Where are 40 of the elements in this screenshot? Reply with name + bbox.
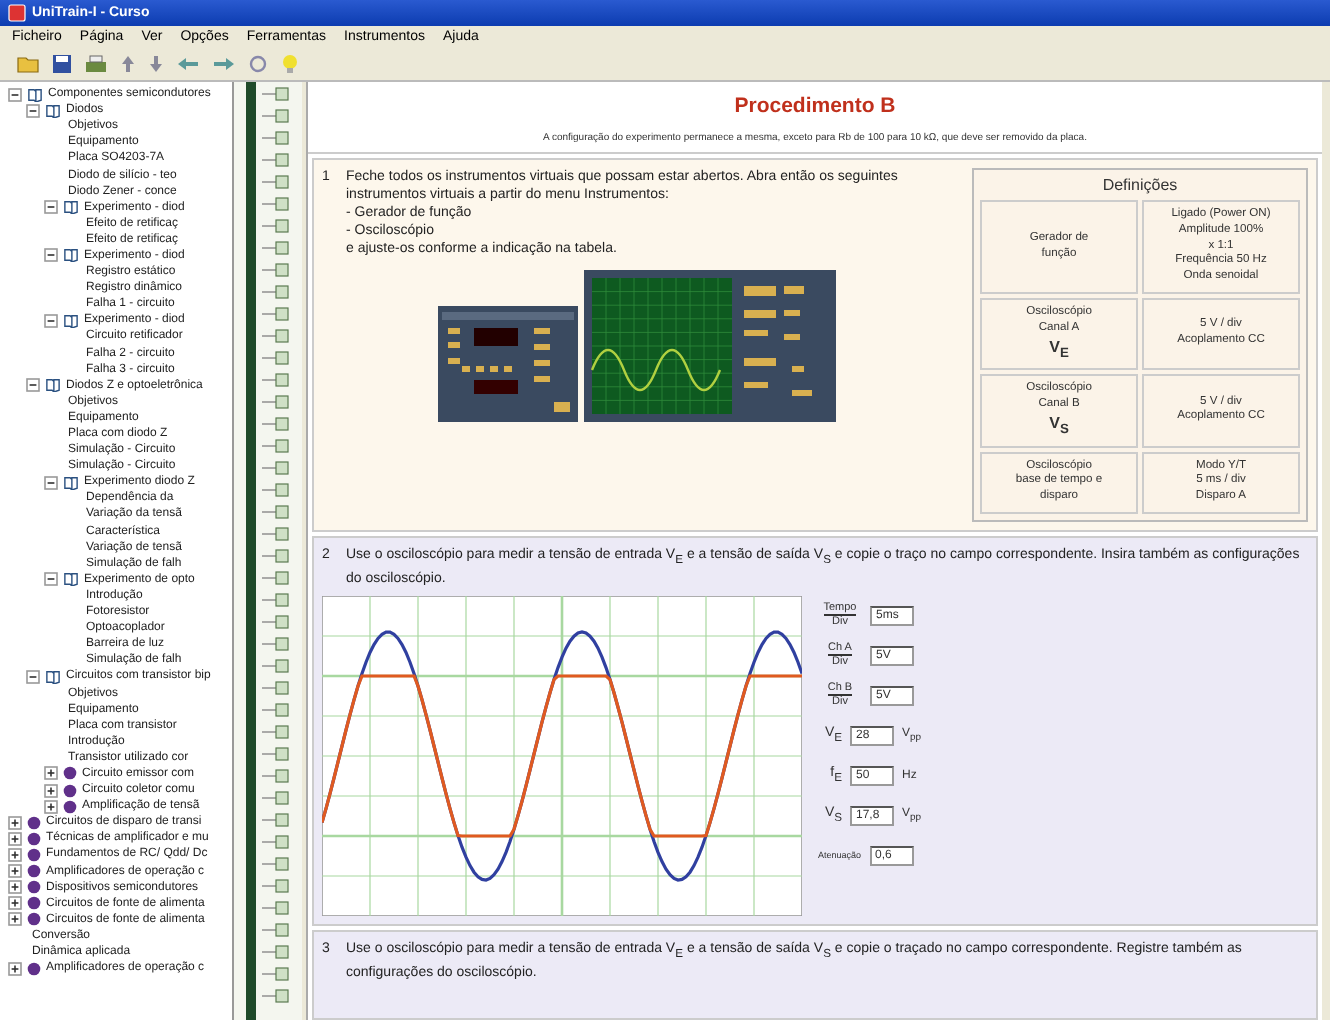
expand-toggle[interactable] (44, 200, 58, 215)
forward-arrow-icon[interactable] (212, 54, 236, 74)
app-icon (8, 4, 26, 22)
expand-toggle[interactable] (44, 799, 58, 814)
expand-toggle[interactable] (26, 103, 40, 118)
book-icon (62, 572, 80, 587)
procedure-title: Procedimento B (732, 94, 898, 118)
instrument-icon[interactable] (248, 54, 268, 74)
book-icon (62, 248, 80, 263)
expand-toggle[interactable] (44, 475, 58, 490)
expand-toggle[interactable] (44, 766, 58, 781)
module-icon (26, 961, 42, 976)
book-icon (62, 200, 80, 215)
save-icon[interactable] (52, 54, 72, 74)
book-icon (44, 669, 62, 684)
expand-toggle[interactable] (8, 815, 22, 830)
expand-toggle[interactable] (8, 831, 22, 846)
expand-toggle[interactable] (44, 783, 58, 798)
print-icon[interactable] (84, 54, 108, 74)
expand-toggle[interactable] (8, 880, 22, 895)
down-arrow-icon[interactable] (148, 54, 164, 74)
up-arrow-icon[interactable] (120, 54, 136, 74)
expand-toggle[interactable] (8, 87, 22, 102)
expand-toggle[interactable] (26, 378, 40, 393)
book-icon (44, 378, 62, 393)
book-icon (62, 313, 80, 328)
open-folder-icon[interactable] (16, 54, 40, 74)
expand-toggle[interactable] (44, 313, 58, 328)
expand-toggle[interactable] (8, 847, 22, 862)
expand-toggle[interactable] (8, 896, 22, 911)
expand-toggle[interactable] (8, 864, 22, 879)
back-arrow-icon[interactable] (176, 54, 200, 74)
expand-toggle[interactable] (26, 669, 40, 684)
table-title: Definições (1100, 176, 1180, 194)
expand-toggle[interactable] (44, 572, 58, 587)
expand-toggle[interactable] (8, 912, 22, 927)
expand-toggle[interactable] (44, 248, 58, 263)
function-generator-drawing (438, 306, 578, 423)
expand-toggle[interactable] (8, 961, 22, 976)
book-icon (62, 475, 80, 490)
